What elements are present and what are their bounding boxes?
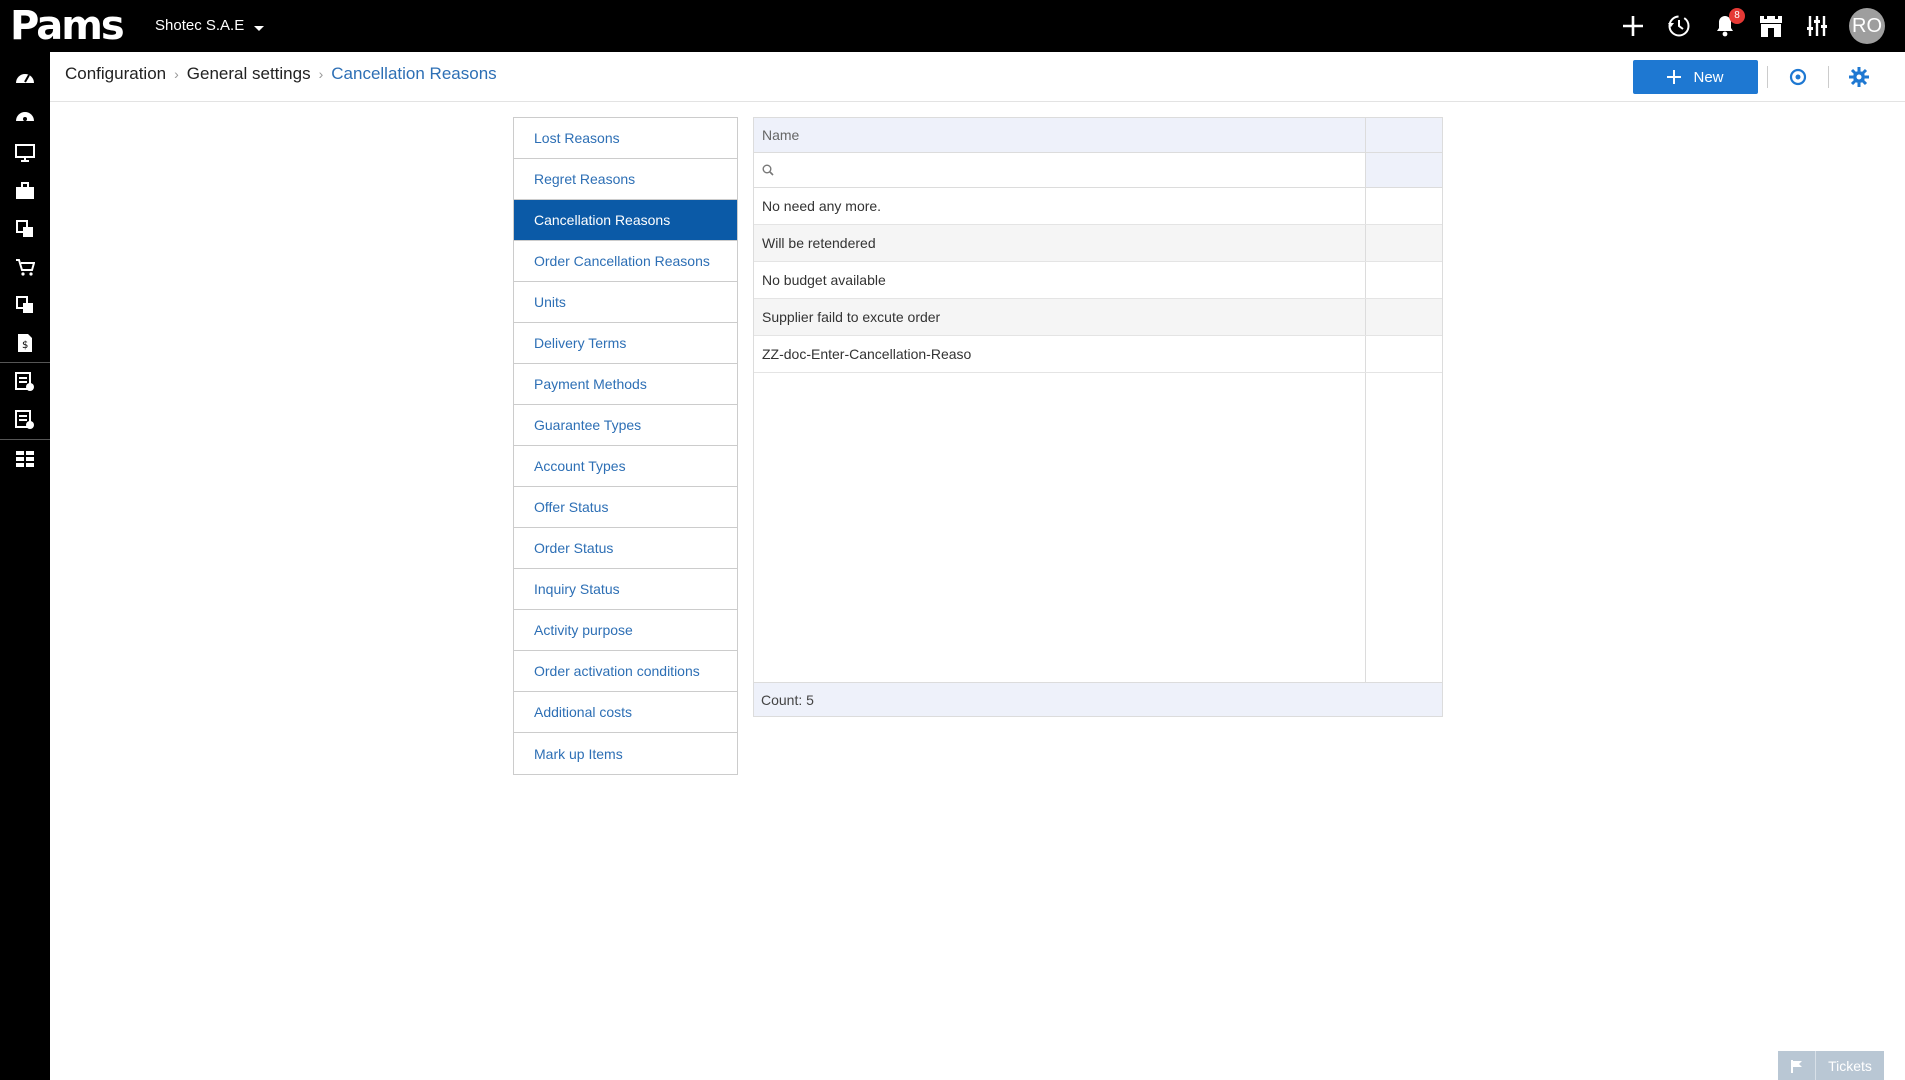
settings-item-offer-status[interactable]: Offer Status xyxy=(514,487,737,528)
table-row[interactable]: Supplier faild to excute order xyxy=(754,299,1442,336)
cell-name: ZZ-doc-Enter-Cancellation-Reaso xyxy=(754,336,1366,372)
gauge-icon[interactable] xyxy=(0,96,50,134)
settings-gear-icon[interactable] xyxy=(1842,61,1876,93)
settings-item-order-cancellation-reasons[interactable]: Order Cancellation Reasons xyxy=(514,241,737,282)
name-filter-input[interactable] xyxy=(782,155,1365,185)
settings-item-additional-costs[interactable]: Additional costs xyxy=(514,692,737,733)
table-row[interactable]: No need any more. xyxy=(754,188,1442,225)
grid-header: Name xyxy=(754,118,1442,153)
cell-name: No need any more. xyxy=(754,188,1366,224)
tickets-label: Tickets xyxy=(1828,1057,1872,1074)
breadcrumb-current-page: Cancellation Reasons xyxy=(331,64,497,83)
report-settings-icon[interactable] xyxy=(0,401,50,439)
flag-icon xyxy=(1778,1051,1816,1080)
breadcrumb-configuration[interactable]: Configuration xyxy=(65,64,166,84)
settings-item-mark-up-items[interactable]: Mark up Items xyxy=(514,733,737,774)
grid-layout-icon[interactable] xyxy=(0,440,50,478)
top-bar: Pams Shotec S.A.E 8 RO xyxy=(0,0,1905,52)
table-row[interactable]: Will be retendered xyxy=(754,225,1442,262)
column-header-actions xyxy=(1366,118,1442,152)
new-button[interactable]: New xyxy=(1633,60,1758,94)
settings-item-payment-methods[interactable]: Payment Methods xyxy=(514,364,737,405)
settings-item-order-status[interactable]: Order Status xyxy=(514,528,737,569)
checklist-icon[interactable] xyxy=(0,363,50,401)
toolbar-divider xyxy=(1828,66,1829,88)
add-icon[interactable] xyxy=(1619,12,1647,40)
settings-item-inquiry-status[interactable]: Inquiry Status xyxy=(514,569,737,610)
chevron-right-icon: › xyxy=(174,66,179,82)
svg-text:$: $ xyxy=(22,340,28,351)
settings-item-activity-purpose[interactable]: Activity purpose xyxy=(514,610,737,651)
left-nav: $ xyxy=(0,52,50,1080)
documents-icon[interactable] xyxy=(0,210,50,248)
table-row[interactable]: ZZ-doc-Enter-Cancellation-Reaso xyxy=(754,336,1442,373)
cancellation-reasons-grid: Name No need any more. Will be retendere… xyxy=(753,117,1443,717)
sliders-icon[interactable] xyxy=(1803,12,1831,40)
settings-item-order-activation-conditions[interactable]: Order activation conditions xyxy=(514,651,737,692)
breadcrumb: Configuration › General settings › Cance… xyxy=(65,64,497,84)
notifications-bell-icon[interactable]: 8 xyxy=(1711,8,1745,40)
files-icon[interactable] xyxy=(0,286,50,324)
company-selector[interactable]: Shotec S.A.E xyxy=(155,17,265,34)
settings-item-delivery-terms[interactable]: Delivery Terms xyxy=(514,323,737,364)
cell-name: Will be retendered xyxy=(754,225,1366,261)
grid-empty-area xyxy=(754,373,1442,683)
notifications-badge: 8 xyxy=(1729,8,1745,24)
page-header: Configuration › General settings › Cance… xyxy=(50,52,1905,102)
breadcrumb-general-settings[interactable]: General settings xyxy=(187,64,311,84)
settings-menu: Lost Reasons Regret Reasons Cancellation… xyxy=(513,117,738,775)
settings-item-units[interactable]: Units xyxy=(514,282,737,323)
caret-down-icon xyxy=(254,26,265,31)
grid-filter-row xyxy=(754,153,1442,188)
settings-item-account-types[interactable]: Account Types xyxy=(514,446,737,487)
search-icon xyxy=(762,164,774,176)
cell-name: Supplier faild to excute order xyxy=(754,299,1366,335)
refresh-icon[interactable] xyxy=(1781,61,1815,93)
settings-item-regret-reasons[interactable]: Regret Reasons xyxy=(514,159,737,200)
new-button-label: New xyxy=(1693,68,1724,86)
table-row[interactable]: No budget available xyxy=(754,262,1442,299)
column-header-name[interactable]: Name xyxy=(754,118,1366,152)
briefcase-icon[interactable] xyxy=(0,172,50,210)
user-avatar[interactable]: RO xyxy=(1849,8,1885,44)
store-icon[interactable] xyxy=(1757,12,1785,40)
cell-name: No budget available xyxy=(754,262,1366,298)
grid-row-count: Count: 5 xyxy=(754,682,1442,716)
tickets-button[interactable]: Tickets xyxy=(1778,1051,1884,1080)
dashboard-icon[interactable] xyxy=(0,58,50,96)
invoice-dollar-icon[interactable]: $ xyxy=(0,324,50,362)
plus-icon xyxy=(1667,70,1682,84)
settings-item-lost-reasons[interactable]: Lost Reasons xyxy=(514,118,737,159)
app-logo[interactable]: Pams xyxy=(10,3,125,49)
cart-icon[interactable] xyxy=(0,248,50,286)
company-name: Shotec S.A.E xyxy=(155,17,245,34)
settings-item-cancellation-reasons[interactable]: Cancellation Reasons xyxy=(514,200,737,241)
chevron-right-icon: › xyxy=(318,66,324,82)
toolbar-divider xyxy=(1767,66,1768,88)
settings-item-guarantee-types[interactable]: Guarantee Types xyxy=(514,405,737,446)
history-icon[interactable] xyxy=(1665,12,1693,40)
monitor-icon[interactable] xyxy=(0,134,50,172)
